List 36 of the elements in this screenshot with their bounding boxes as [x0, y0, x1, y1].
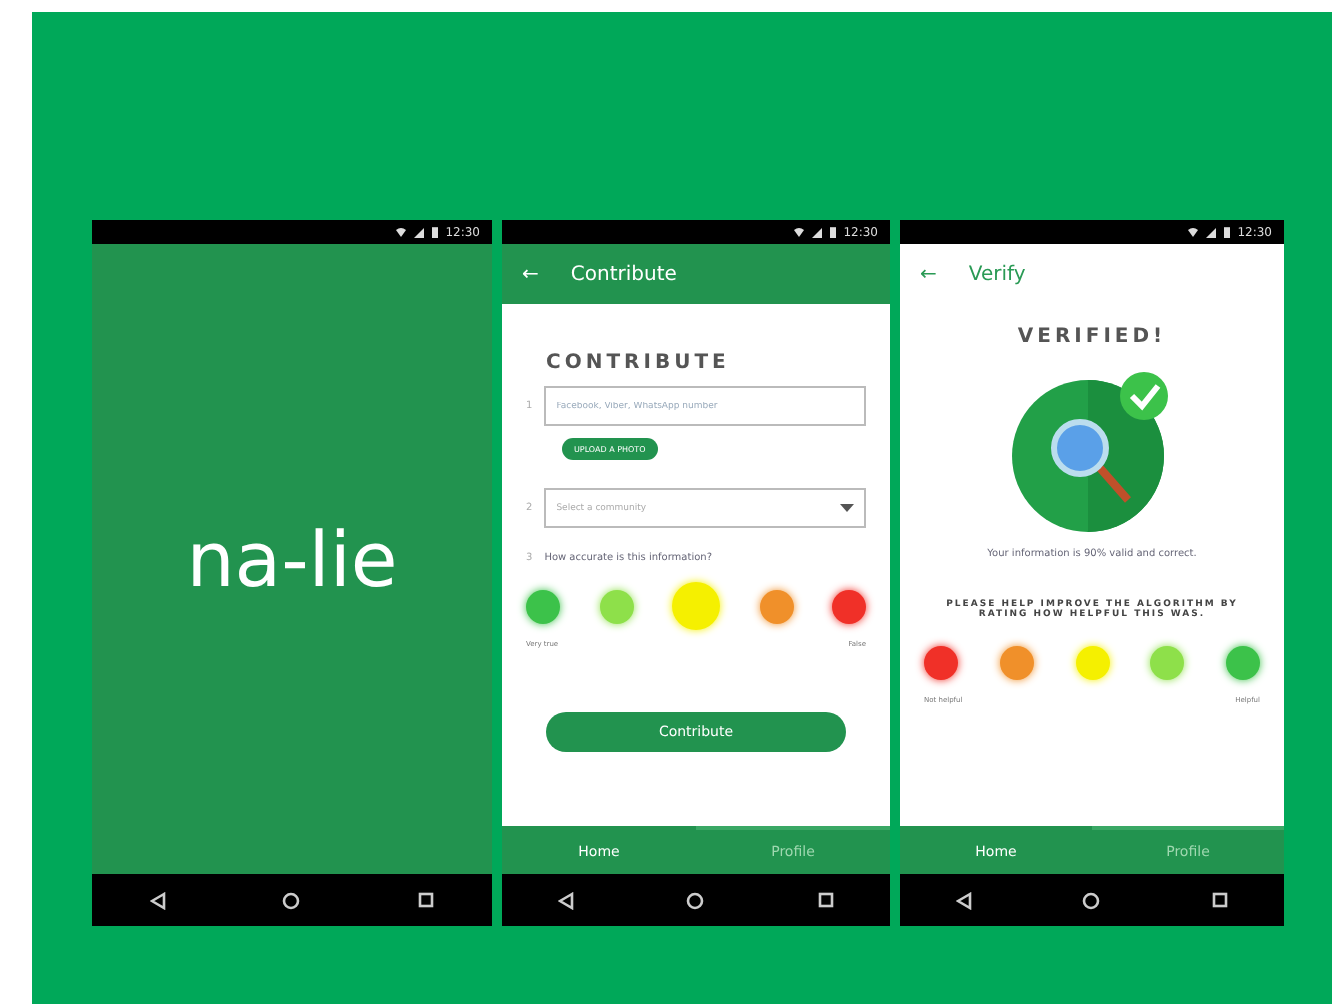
- back-icon[interactable]: [558, 891, 575, 909]
- wifi-icon: [395, 227, 406, 237]
- battery-icon: [431, 226, 438, 238]
- rating-dot[interactable]: [1226, 645, 1260, 679]
- page-heading: CONTRIBUTE: [546, 352, 730, 374]
- home-icon[interactable]: [1082, 891, 1101, 909]
- rating-dot[interactable]: [672, 582, 720, 630]
- rating-dot[interactable]: [526, 589, 560, 623]
- rating-dot[interactable]: [999, 645, 1034, 679]
- signal-icon: [1205, 227, 1216, 237]
- rating-dot[interactable]: [599, 589, 633, 623]
- recents-icon[interactable]: [417, 892, 434, 908]
- rating-dot[interactable]: [832, 589, 866, 623]
- recents-icon[interactable]: [817, 892, 834, 908]
- page-heading: VERIFIED!: [1017, 326, 1167, 348]
- back-icon[interactable]: [955, 891, 972, 909]
- signal-icon: [413, 227, 424, 237]
- back-arrow[interactable]: ←: [522, 263, 539, 285]
- rating-dot[interactable]: [1150, 645, 1185, 679]
- wifi-icon: [1187, 227, 1198, 237]
- app-bar-title: Contribute: [570, 263, 677, 285]
- recents-icon[interactable]: [1212, 892, 1229, 908]
- battery-icon: [829, 226, 836, 238]
- rating-dot[interactable]: [924, 645, 958, 679]
- caret-icon: [840, 504, 854, 512]
- app-logo: na-lie: [92, 244, 492, 874]
- home-icon[interactable]: [282, 891, 301, 909]
- battery-icon: [1223, 226, 1230, 238]
- wifi-icon: [793, 227, 804, 237]
- back-arrow[interactable]: ←: [920, 263, 937, 285]
- rating-dot[interactable]: [1075, 645, 1109, 679]
- rating-dot[interactable]: [759, 589, 793, 623]
- signal-icon: [811, 227, 822, 237]
- back-icon[interactable]: [150, 891, 167, 909]
- app-bar-title: Verify: [968, 263, 1026, 285]
- home-icon[interactable]: [686, 891, 705, 909]
